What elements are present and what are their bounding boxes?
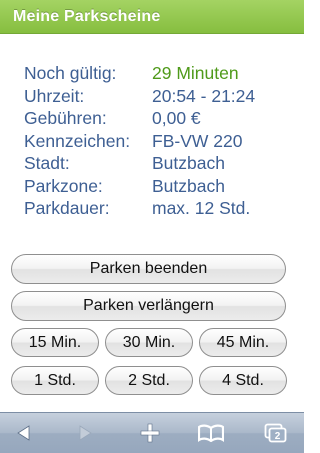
bookmarks-button[interactable]: [189, 413, 233, 453]
forward-icon: [79, 425, 92, 441]
forward-button[interactable]: [63, 413, 107, 453]
duration-1-hour-button[interactable]: 1 Std.: [11, 366, 99, 395]
tabs-icon: 2: [264, 423, 287, 443]
info-value-city: Butzbach: [152, 153, 225, 173]
back-icon: [17, 425, 30, 441]
add-icon: [140, 423, 160, 443]
info-label: Parkzone:: [24, 175, 103, 196]
browser-toolbar: 2: [0, 412, 304, 453]
info-value-zone: Butzbach: [152, 175, 225, 196]
info-label: Stadt:: [24, 153, 70, 173]
info-label: Uhrzeit:: [24, 85, 85, 106]
add-button[interactable]: [128, 413, 172, 453]
duration-45-min-button[interactable]: 45 Min.: [199, 328, 287, 357]
info-label: Gebühren:: [24, 108, 107, 128]
duration-30-min-button[interactable]: 30 Min.: [105, 328, 193, 357]
page-title: Meine Parkscheine: [13, 8, 161, 25]
duration-2-hours-button[interactable]: 2 Std.: [105, 366, 193, 395]
info-label: Parkdauer:: [24, 198, 110, 218]
back-button[interactable]: [2, 413, 46, 453]
tabs-button[interactable]: 2: [254, 413, 298, 453]
info-value-plate: FB-VW 220: [152, 130, 243, 151]
info-value-remaining: 29 Minuten: [152, 63, 239, 83]
duration-15-min-button[interactable]: 15 Min.: [11, 328, 99, 357]
info-label: Kennzeichen:: [24, 130, 131, 151]
extend-parking-button[interactable]: Parken verlängern: [11, 291, 286, 321]
duration-4-hours-button[interactable]: 4 Std.: [199, 366, 287, 395]
header-bar: Meine Parkscheine: [0, 0, 304, 34]
info-value-time: 20:54 - 21:24: [152, 85, 256, 106]
info-value-fees: 0,00 €: [152, 108, 201, 128]
info-value-duration: max. 12 Std.: [152, 198, 251, 218]
info-label: Noch gültig:: [24, 63, 117, 83]
bookmarks-icon: [198, 424, 224, 442]
tabs-count: 2: [275, 431, 281, 442]
end-parking-button[interactable]: Parken beenden: [11, 254, 286, 284]
